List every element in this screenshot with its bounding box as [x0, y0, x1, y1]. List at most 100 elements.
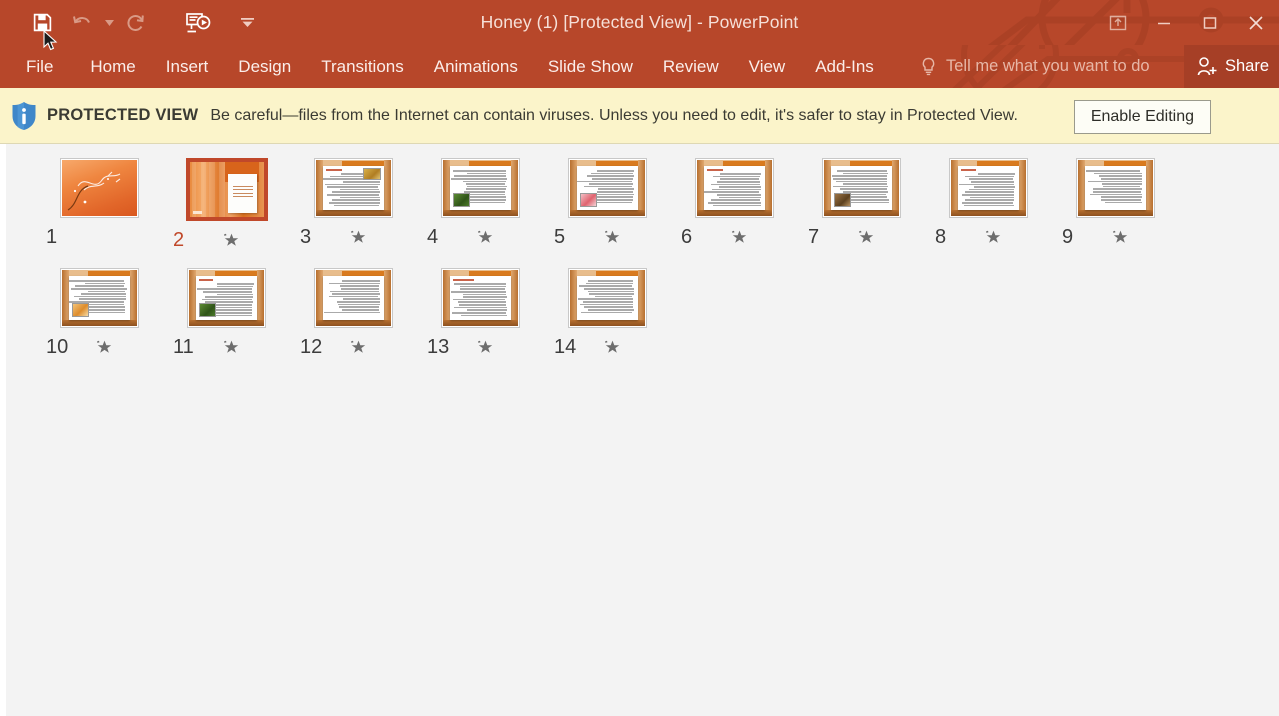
star-icon[interactable] — [729, 228, 749, 248]
slide-thumbnail-10[interactable]: 10 — [36, 268, 163, 359]
slide-thumbnail-frame[interactable] — [568, 158, 647, 218]
star-icon[interactable] — [475, 338, 495, 358]
slide-thumbnail-frame[interactable] — [568, 268, 647, 328]
slide-thumbnail-frame[interactable] — [60, 268, 139, 328]
slide-art-content — [189, 270, 264, 326]
star-icon[interactable] — [348, 228, 368, 248]
slide-number: 6 — [681, 226, 693, 248]
window-controls — [1095, 0, 1279, 45]
slide-thumbnail-3[interactable]: 3 — [290, 158, 417, 252]
star-icon[interactable] — [348, 338, 368, 358]
tell-me-search[interactable]: Tell me what you want to do — [920, 45, 1195, 88]
slide-number: 9 — [1062, 226, 1074, 248]
slide-art-title — [62, 160, 137, 216]
slide-meta: 10 — [36, 336, 163, 359]
tab-file[interactable]: File — [0, 45, 75, 88]
customize-quick-access-toolbar-chevron-down-icon[interactable] — [240, 5, 254, 41]
ribbon-display-options-icon[interactable] — [1095, 0, 1141, 45]
tab-home[interactable]: Home — [75, 45, 150, 88]
slide-thumbnail-frame[interactable] — [185, 158, 268, 221]
slide-meta: 5 — [544, 226, 671, 249]
share-button[interactable]: Share — [1183, 45, 1279, 88]
slide-thumbnail-frame[interactable] — [949, 158, 1028, 218]
slide-meta: 2 — [163, 229, 290, 252]
slide-thumbnail-frame[interactable] — [441, 268, 520, 328]
tab-animations[interactable]: Animations — [419, 45, 533, 88]
minimize-icon[interactable] — [1141, 0, 1187, 45]
star-icon[interactable] — [1110, 228, 1130, 248]
tab-insert[interactable]: Insert — [151, 45, 224, 88]
slide-art-content — [570, 160, 645, 216]
slide-meta: 4 — [417, 226, 544, 249]
slide-thumbnail-frame[interactable] — [441, 158, 520, 218]
slide-meta: 8 — [925, 226, 1052, 249]
slide-art-content — [316, 270, 391, 326]
slide-art-content — [570, 270, 645, 326]
slide-thumbnail-13[interactable]: 13 — [417, 268, 544, 359]
slide-meta: 13 — [417, 336, 544, 359]
star-icon[interactable] — [221, 231, 241, 251]
slide-thumbnail-frame[interactable] — [822, 158, 901, 218]
slide-meta: 3 — [290, 226, 417, 249]
star-icon[interactable] — [475, 228, 495, 248]
slide-number: 1 — [46, 226, 58, 248]
slide-thumbnail-8[interactable]: 8 — [925, 158, 1052, 252]
slide-thumbnail-frame[interactable] — [187, 268, 266, 328]
slide-art-content — [824, 160, 899, 216]
tab-review[interactable]: Review — [648, 45, 734, 88]
tab-view[interactable]: View — [734, 45, 801, 88]
star-icon[interactable] — [94, 338, 114, 358]
tell-me-label: Tell me what you want to do — [946, 57, 1150, 75]
slide-art-content — [951, 160, 1026, 216]
star-icon[interactable] — [602, 338, 622, 358]
quick-access-toolbar — [0, 0, 254, 45]
slide-meta: 14 — [544, 336, 671, 359]
undo-dropdown-chevron-down-icon[interactable] — [102, 5, 116, 41]
share-label: Share — [1224, 57, 1269, 75]
protected-view-message: Be careful—files from the Internet can c… — [210, 107, 1018, 124]
tab-add-ins[interactable]: Add-Ins — [800, 45, 889, 88]
title-bar: Honey (1) [Protected View] - PowerPoint — [0, 0, 1279, 45]
close-icon[interactable] — [1233, 0, 1279, 45]
redo-icon[interactable] — [116, 5, 156, 41]
star-icon[interactable] — [856, 228, 876, 248]
star-icon[interactable] — [221, 338, 241, 358]
tab-transitions[interactable]: Transitions — [306, 45, 419, 88]
enable-editing-button[interactable]: Enable Editing — [1073, 100, 1211, 134]
slide-art-content — [443, 270, 518, 326]
slide-meta: 9 — [1052, 226, 1179, 249]
slide-thumbnail-1[interactable]: 1 — [36, 158, 163, 252]
slide-art-content — [1078, 160, 1153, 216]
star-icon[interactable] — [602, 228, 622, 248]
save-icon[interactable] — [22, 5, 62, 41]
tab-design[interactable]: Design — [223, 45, 306, 88]
lightbulb-icon — [920, 57, 937, 76]
slide-thumbnail-6[interactable]: 6 — [671, 158, 798, 252]
slide-thumbnail-14[interactable]: 14 — [544, 268, 671, 359]
slide-thumbnail-frame[interactable] — [1076, 158, 1155, 218]
ribbon-tabs: File Home Insert Design Transitions Anim… — [0, 45, 889, 88]
slide-number: 7 — [808, 226, 820, 248]
tab-slide-show[interactable]: Slide Show — [533, 45, 648, 88]
person-add-icon — [1196, 56, 1218, 77]
slide-thumbnail-5[interactable]: 5 — [544, 158, 671, 252]
slide-thumbnail-frame[interactable] — [695, 158, 774, 218]
slide-thumbnail-7[interactable]: 7 — [798, 158, 925, 252]
slide-thumbnail-2[interactable]: 2 — [163, 158, 290, 252]
slide-thumbnail-11[interactable]: 11 — [163, 268, 290, 359]
slide-thumbnail-frame[interactable] — [314, 268, 393, 328]
slide-thumbnail-4[interactable]: 4 — [417, 158, 544, 252]
slide-grid: 1 2 3 4 5 6 7 8 9 10 11 12 13 14 — [6, 144, 1279, 375]
slide-number: 3 — [300, 226, 312, 248]
slide-meta: 7 — [798, 226, 925, 249]
restore-down-icon[interactable] — [1187, 0, 1233, 45]
slideshow-icon[interactable] — [178, 5, 218, 41]
slide-thumbnail-9[interactable]: 9 — [1052, 158, 1179, 252]
undo-icon[interactable] — [62, 5, 102, 41]
slide-thumbnail-frame[interactable] — [60, 158, 139, 218]
slide-thumbnail-12[interactable]: 12 — [290, 268, 417, 359]
slide-sorter-view: 1 2 3 4 5 6 7 8 9 10 11 12 13 14 — [0, 144, 1279, 716]
slide-thumbnail-frame[interactable] — [314, 158, 393, 218]
slide-number: 2 — [173, 229, 185, 251]
star-icon[interactable] — [983, 228, 1003, 248]
